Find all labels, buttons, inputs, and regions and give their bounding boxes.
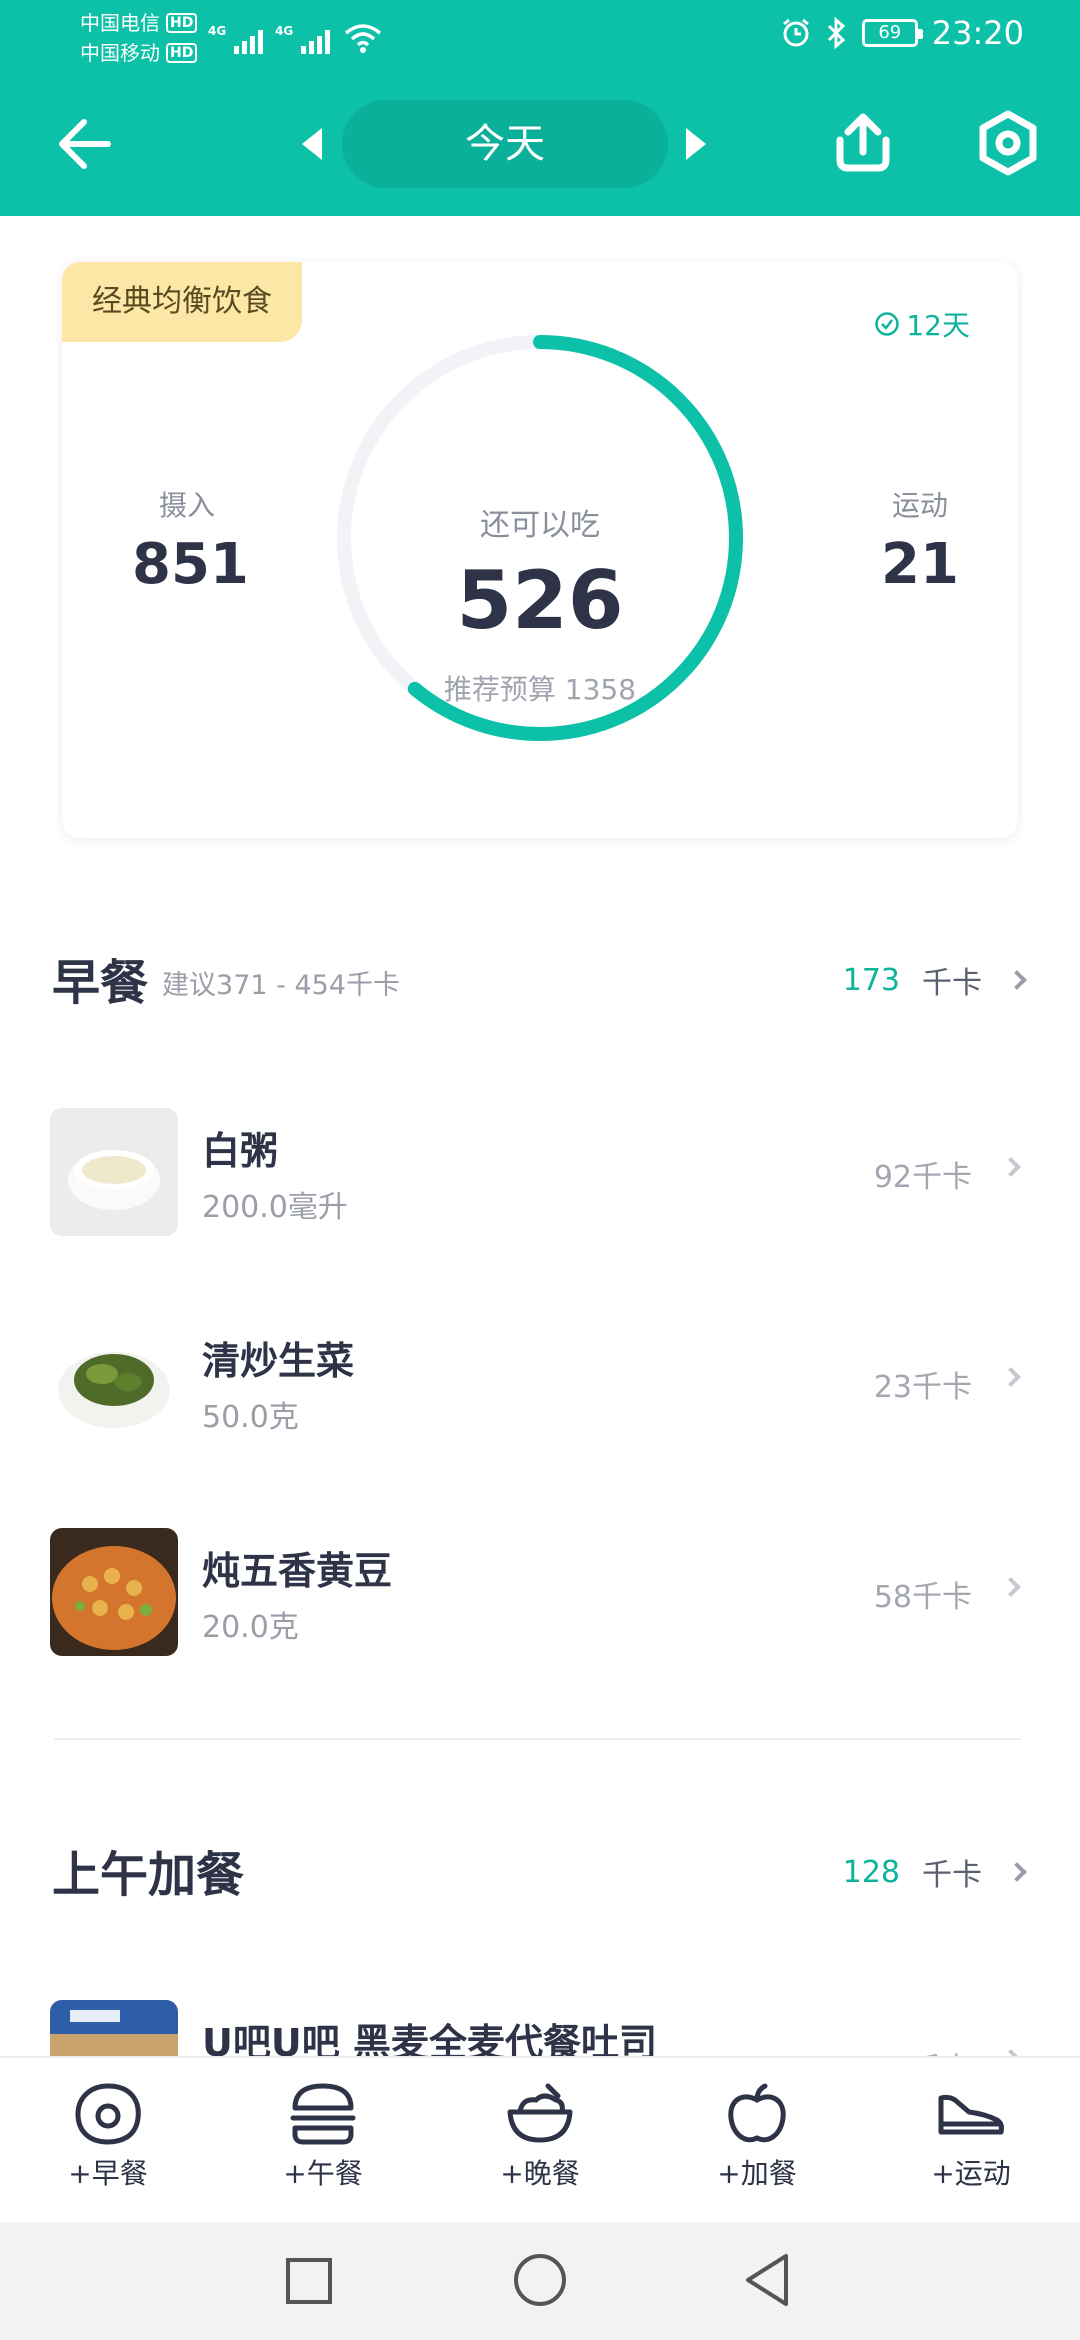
add-lunch-label: +午餐 bbox=[283, 2157, 363, 2190]
network-type: 4G bbox=[275, 24, 294, 38]
signal-icon: 4G bbox=[275, 24, 330, 54]
chevron-right-icon bbox=[1001, 1157, 1021, 1177]
clock: 23:20 bbox=[931, 14, 1024, 52]
apple-icon bbox=[728, 2083, 786, 2143]
food-kcal: 92千卡 bbox=[873, 1160, 972, 1195]
date-selector[interactable]: 今天 bbox=[342, 100, 668, 188]
streak-badge: 12天 bbox=[874, 304, 970, 344]
share-upload-icon[interactable] bbox=[830, 110, 896, 176]
recent-apps-icon[interactable] bbox=[278, 2250, 338, 2310]
carrier-2: 中国移动 bbox=[80, 41, 160, 65]
back-nav-icon[interactable] bbox=[740, 2250, 800, 2310]
status-right: 69 23:20 bbox=[780, 14, 1024, 52]
food-quantity: 50.0克 bbox=[202, 1400, 299, 1435]
next-day-icon[interactable] bbox=[686, 128, 706, 160]
morning-snack-unit: 千卡 bbox=[922, 1858, 982, 1893]
top-bar: 中国电信 HD 中国移动 HD 4G 4G 69 23:20 今天 bbox=[0, 0, 1080, 216]
exercise-value: 21 bbox=[881, 532, 959, 597]
add-lunch-button[interactable]: +午餐 bbox=[248, 2082, 398, 2192]
remaining-label: 还可以吃 bbox=[480, 508, 600, 543]
add-snack-label: +加餐 bbox=[717, 2157, 797, 2190]
breakfast-title: 早餐 bbox=[52, 955, 149, 1011]
home-icon[interactable] bbox=[510, 2250, 570, 2310]
sneaker-icon bbox=[938, 2094, 1004, 2135]
system-navigation-bar bbox=[0, 2222, 1080, 2340]
soybean-image bbox=[50, 1528, 178, 1656]
section-divider bbox=[54, 1738, 1022, 1740]
back-arrow-icon[interactable] bbox=[54, 116, 114, 172]
congee-image bbox=[50, 1108, 178, 1236]
morning-snack-kcal: 128 bbox=[842, 1854, 900, 1890]
add-exercise-button[interactable]: +运动 bbox=[896, 2082, 1046, 2192]
streak-days: 12天 bbox=[906, 309, 970, 342]
food-name: 清炒生菜 bbox=[202, 1339, 355, 1383]
food-name: 炖五香黄豆 bbox=[202, 1549, 393, 1593]
intake-value: 851 bbox=[132, 532, 249, 597]
morning-snack-title: 上午加餐 bbox=[52, 1847, 245, 1903]
signal-icon: 4G bbox=[208, 24, 263, 54]
breakfast-unit: 千卡 bbox=[922, 966, 982, 1001]
hd-badge-1: HD bbox=[166, 13, 198, 33]
add-dinner-label: +晚餐 bbox=[500, 2157, 580, 2190]
chevron-right-icon bbox=[1007, 1862, 1027, 1882]
burger-icon bbox=[290, 2083, 356, 2145]
add-meal-bar: +早餐 +午餐 +晚餐 +加餐 +运动 bbox=[0, 2056, 1080, 2222]
prev-day-icon[interactable] bbox=[302, 128, 322, 160]
check-circle-icon bbox=[875, 312, 900, 336]
morning-snack-total: 128 千卡 bbox=[842, 1850, 1027, 1894]
chevron-right-icon bbox=[1001, 1577, 1021, 1597]
food-item[interactable]: 炖五香黄豆 20.0克 58千卡 bbox=[50, 1528, 1030, 1656]
food-name: 白粥 bbox=[202, 1129, 279, 1173]
calorie-summary-card[interactable]: 经典均衡饮食 12天 摄入 851 还可以吃 526 推荐预算 1358 运动 … bbox=[62, 262, 1018, 838]
battery-indicator: 69 bbox=[861, 19, 923, 47]
intake-stat: 摄入 851 bbox=[132, 484, 249, 597]
diet-plan-tag[interactable]: 经典均衡饮食 bbox=[62, 262, 302, 342]
breakfast-suggestion: 建议371 - 454千卡 bbox=[162, 969, 400, 1001]
settings-hex-icon[interactable] bbox=[976, 110, 1040, 176]
breakfast-total: 173 千卡 bbox=[842, 958, 1027, 1002]
alarm-icon bbox=[782, 18, 809, 47]
breakfast-kcal: 173 bbox=[842, 962, 900, 998]
status-bar: 中国电信 HD 中国移动 HD 4G 4G 69 23:20 bbox=[0, 0, 1080, 72]
food-kcal: 23千卡 bbox=[873, 1370, 972, 1405]
rice-bowl-icon bbox=[507, 2083, 573, 2143]
egg-icon bbox=[75, 2083, 141, 2145]
date-navigation: 今天 bbox=[0, 72, 1080, 216]
hd-badge-2: HD bbox=[166, 43, 198, 63]
network-type: 4G bbox=[208, 24, 227, 38]
exercise-label: 运动 bbox=[891, 489, 948, 522]
food-item[interactable]: 清炒生菜 50.0克 23千卡 bbox=[50, 1318, 1030, 1446]
lettuce-image bbox=[50, 1318, 178, 1446]
food-quantity: 20.0克 bbox=[202, 1610, 299, 1645]
ring-center: 还可以吃 526 推荐预算 1358 bbox=[330, 328, 750, 748]
remaining-value: 526 bbox=[456, 554, 624, 647]
exercise-stat: 运动 21 bbox=[870, 484, 970, 597]
intake-label: 摄入 bbox=[158, 489, 215, 522]
breakfast-header[interactable]: 早餐 建议371 - 454千卡 173 千卡 bbox=[52, 938, 1028, 1018]
budget-text: 推荐预算 1358 bbox=[443, 673, 637, 706]
add-breakfast-label: +早餐 bbox=[68, 2157, 148, 2190]
food-item[interactable]: 白粥 200.0毫升 92千卡 bbox=[50, 1108, 1030, 1236]
add-dinner-button[interactable]: +晚餐 bbox=[465, 2082, 615, 2192]
food-quantity: 200.0毫升 bbox=[202, 1190, 348, 1225]
add-snack-button[interactable]: +加餐 bbox=[682, 2082, 832, 2192]
wifi-icon bbox=[344, 24, 382, 53]
carrier-info: 中国电信 HD 中国移动 HD bbox=[80, 8, 198, 68]
chevron-right-icon bbox=[1001, 1367, 1021, 1387]
food-kcal: 58千卡 bbox=[873, 1580, 972, 1615]
chevron-right-icon bbox=[1007, 970, 1027, 990]
carrier-1: 中国电信 bbox=[80, 11, 160, 35]
morning-snack-header[interactable]: 上午加餐 128 千卡 bbox=[52, 1830, 1028, 1910]
signal-indicators: 4G 4G bbox=[208, 14, 382, 54]
add-breakfast-button[interactable]: +早餐 bbox=[33, 2082, 183, 2192]
add-exercise-label: +运动 bbox=[931, 2157, 1011, 2190]
bluetooth-icon bbox=[827, 17, 845, 49]
